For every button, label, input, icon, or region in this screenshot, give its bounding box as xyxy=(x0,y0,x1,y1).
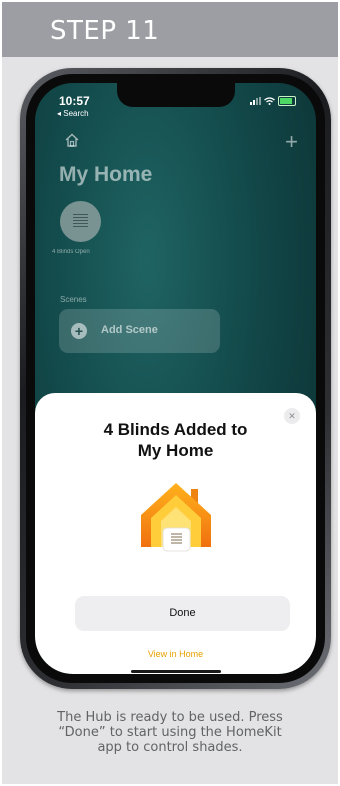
instruction-card: STEP 11 10:57 ◂ Search + My Home 4 Blind… xyxy=(2,2,338,784)
sheet-title-line2: My Home xyxy=(137,441,214,460)
blinds-tile-label: 4 Blinds Open xyxy=(52,249,90,255)
home-title: My Home xyxy=(59,163,153,186)
instruction-caption: The Hub is ready to be used. Press “Done… xyxy=(2,710,338,755)
sheet-title-line1: 4 Blinds Added to xyxy=(103,420,248,439)
add-scene-label: Add Scene xyxy=(101,324,158,336)
blinds-icon xyxy=(73,214,88,228)
phone-bezel: 10:57 ◂ Search + My Home 4 Blinds Open S… xyxy=(26,74,325,683)
battery-icon xyxy=(278,96,296,106)
view-in-home-link[interactable]: View in Home xyxy=(35,649,316,659)
scenes-label: Scenes xyxy=(60,295,87,304)
homekit-logo-icon xyxy=(141,483,211,552)
home-icon[interactable] xyxy=(65,133,79,147)
status-icons xyxy=(250,96,296,106)
step-header: STEP 11 xyxy=(2,2,338,57)
wifi-icon xyxy=(264,97,275,105)
step-title: STEP 11 xyxy=(50,16,160,46)
add-scene-button[interactable]: + Add Scene xyxy=(59,309,220,353)
caption-line-1: The Hub is ready to be used. Press xyxy=(57,710,283,725)
sheet-title: 4 Blinds Added to My Home xyxy=(35,419,316,461)
accessory-added-sheet: ✕ 4 Blinds Added to My Home Done View in… xyxy=(35,393,316,674)
caption-line-3: app to control shades. xyxy=(97,740,243,755)
back-to-search-link[interactable]: ◂ Search xyxy=(57,109,89,118)
status-time: 10:57 xyxy=(59,94,90,108)
caption-line-2: “Done” to start using the HomeKit xyxy=(58,725,282,740)
signal-icon xyxy=(250,97,261,105)
done-button[interactable]: Done xyxy=(75,596,290,631)
phone-screen: 10:57 ◂ Search + My Home 4 Blinds Open S… xyxy=(35,83,316,674)
blinds-accessory-tile[interactable] xyxy=(60,201,101,242)
home-indicator xyxy=(131,670,221,673)
notch xyxy=(117,83,235,107)
phone-frame: 10:57 ◂ Search + My Home 4 Blinds Open S… xyxy=(20,68,331,689)
add-icon: + xyxy=(71,323,87,339)
plus-icon[interactable]: + xyxy=(285,129,298,155)
